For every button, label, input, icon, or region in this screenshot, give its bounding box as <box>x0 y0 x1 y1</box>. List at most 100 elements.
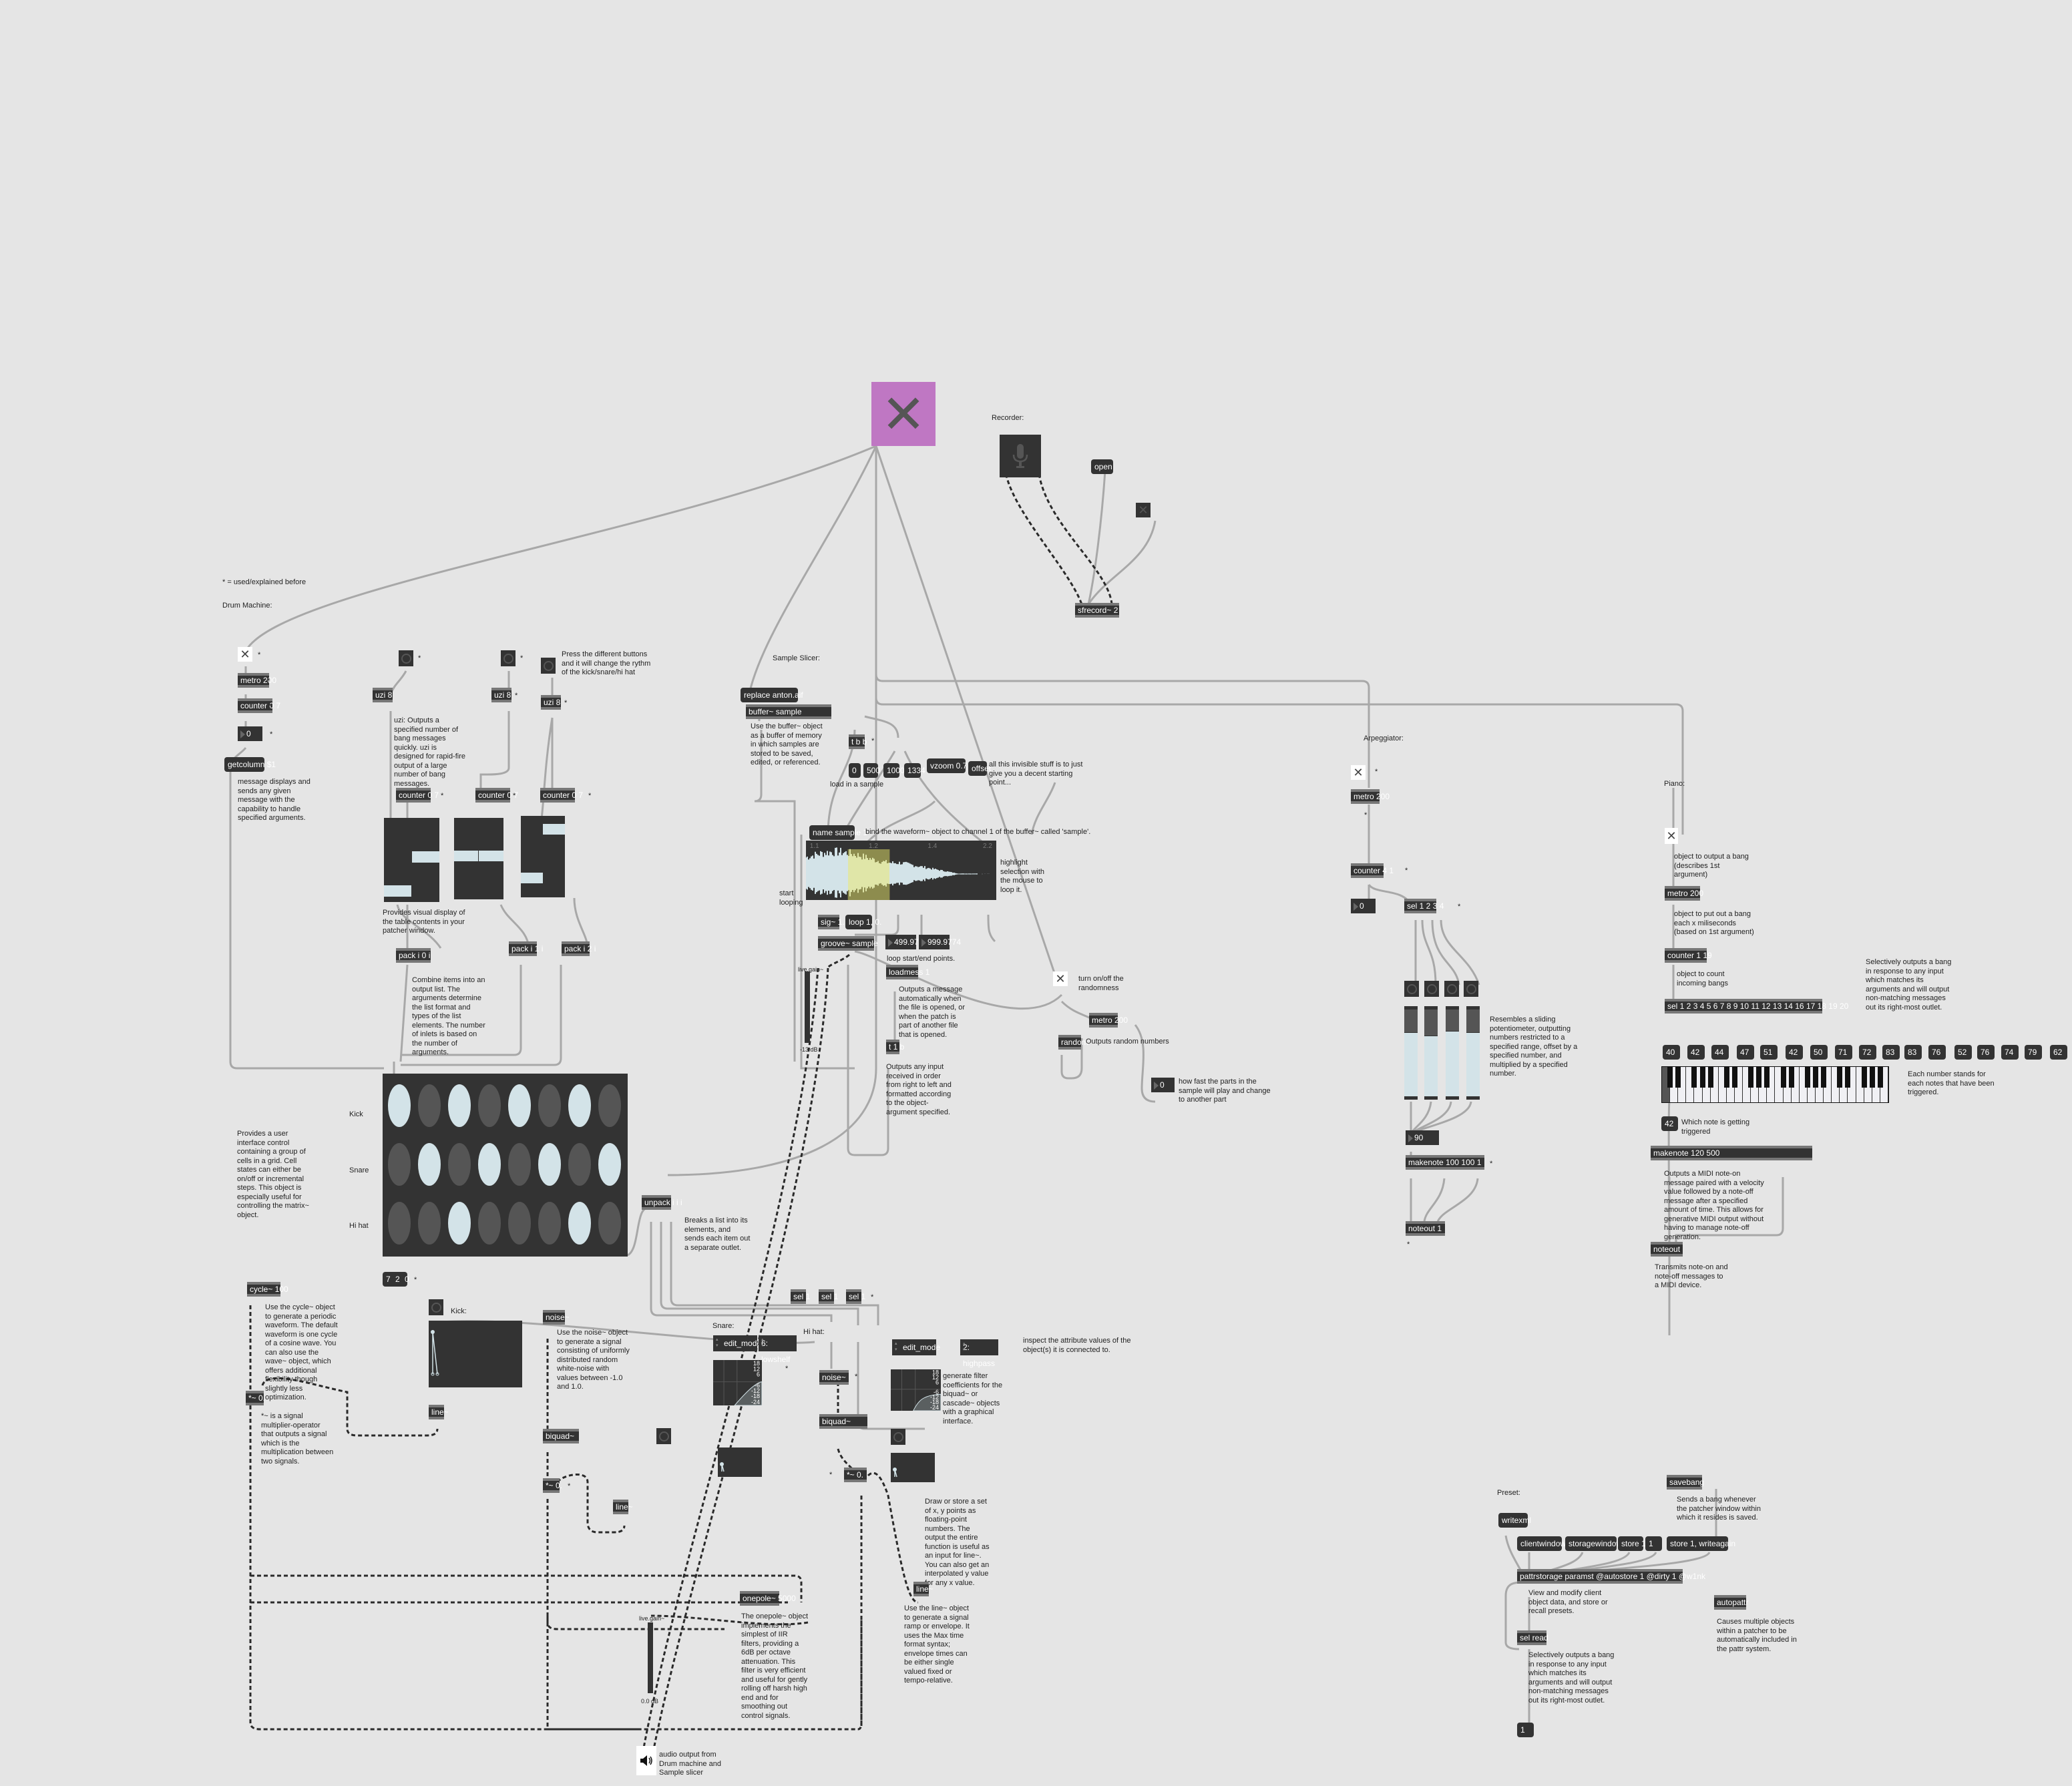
black-key[interactable] <box>1764 1067 1770 1088</box>
note-message[interactable]: 62 <box>2050 1045 2067 1060</box>
black-key[interactable] <box>1780 1067 1786 1088</box>
hihat-multislider[interactable] <box>521 816 565 897</box>
note-message[interactable]: 83 <box>1904 1045 1922 1060</box>
record-toggle[interactable]: ✕ <box>1136 503 1151 517</box>
loadmess-object[interactable]: loadmess 1 <box>886 965 929 979</box>
drum-step-number[interactable]: 0 <box>238 726 262 741</box>
speed-number[interactable]: 0 <box>1151 1078 1175 1092</box>
note-message[interactable]: 79 <box>2025 1045 2042 1060</box>
note-message[interactable]: 44 <box>1711 1045 1729 1060</box>
getcolumn-message[interactable]: getcolumn $1 <box>224 757 276 772</box>
store-1-message[interactable]: store 1 <box>1618 1536 1646 1551</box>
onepole-filter[interactable]: onepole~ 5000 <box>740 1591 796 1606</box>
note-message[interactable]: 50 <box>1810 1045 1828 1060</box>
counter-snare[interactable]: counter 0 7 <box>475 788 518 803</box>
replace-message[interactable]: replace anton.aif <box>741 688 803 702</box>
arpeggiator-slider[interactable] <box>1466 1006 1480 1100</box>
hihat-trigger-button[interactable] <box>891 1429 905 1445</box>
black-key[interactable] <box>1748 1067 1754 1088</box>
black-key[interactable] <box>1699 1067 1705 1088</box>
arp-button-1[interactable] <box>1404 981 1419 997</box>
pattrstorage-object[interactable]: pattrstorage paramst @autostore 1 @dirty… <box>1517 1569 1705 1584</box>
arp-button-4[interactable] <box>1464 981 1478 997</box>
matrix-cell[interactable] <box>388 1084 411 1127</box>
sig-object[interactable]: sig~ 1. <box>818 915 845 929</box>
name-sample-message[interactable]: name sample 1 <box>809 825 867 840</box>
pack-snare[interactable]: pack i 1 i <box>509 941 543 956</box>
open-message[interactable]: open <box>1091 459 1113 474</box>
arpeggiator-makenote[interactable]: makenote 100 100 1 <box>1406 1155 1484 1170</box>
black-key[interactable] <box>1731 1067 1737 1088</box>
hihat-attr-value[interactable]: 2: highpass <box>960 1339 998 1368</box>
note-message[interactable]: 52 <box>1954 1045 1972 1060</box>
arpeggiator-slider[interactable] <box>1446 1006 1459 1100</box>
black-key[interactable] <box>1813 1067 1819 1088</box>
kick-multislider[interactable] <box>384 818 439 902</box>
note-message[interactable]: 74 <box>2001 1045 2019 1060</box>
piano-metro[interactable]: metro 200 <box>1665 886 1703 901</box>
autopattr-object[interactable]: autopattr <box>1714 1595 1748 1610</box>
sel-hihat[interactable]: sel 1 <box>846 1289 865 1304</box>
piano-sel[interactable]: sel 1 2 3 4 5 6 7 8 9 10 11 12 13 14 16 … <box>1665 999 1848 1014</box>
uzi-snare[interactable]: uzi 8 <box>491 688 511 702</box>
arpeggiator-counter[interactable]: counter 4 1 <box>1351 863 1394 878</box>
random-metro[interactable]: metro 200 <box>1089 1013 1128 1028</box>
loop-start-number[interactable]: 499.9773 <box>885 935 927 949</box>
arpeggiator-metro[interactable]: metro 200 <box>1351 789 1390 804</box>
snare-noise[interactable]: noise~ <box>543 1310 570 1325</box>
snare-multislider[interactable] <box>454 818 503 899</box>
note-message[interactable]: 76 <box>1977 1045 1995 1060</box>
arpeggiator-noteout[interactable]: noteout 1 <box>1406 1221 1445 1236</box>
preset-0-message[interactable]: 0 <box>849 763 861 778</box>
hihat-envelope-function[interactable] <box>891 1453 935 1482</box>
uzi-kick[interactable]: uzi 8 <box>373 688 393 702</box>
arp-button-2[interactable] <box>1424 981 1439 997</box>
clientwindow-message[interactable]: clientwindow <box>1517 1536 1566 1551</box>
counter-hihat[interactable]: counter 0 7 <box>540 788 583 803</box>
matrix-output-message[interactable]: 7 2 0 <box>383 1272 409 1287</box>
loop-message[interactable]: loop 1, 0. <box>845 915 881 929</box>
piano-noteout[interactable]: noteout <box>1651 1242 1683 1257</box>
kick-pattern-button[interactable] <box>399 650 413 666</box>
black-key[interactable] <box>1877 1067 1883 1088</box>
piano-toggle[interactable]: ✕ <box>1665 828 1678 844</box>
black-key[interactable] <box>1788 1067 1794 1088</box>
matrix-cell[interactable] <box>448 1202 471 1245</box>
hihat-filtergraph[interactable]: 18 12 6 -6 -12 -18 -24 <box>891 1369 942 1411</box>
random-toggle[interactable]: ✕ <box>1053 971 1068 986</box>
pack-kick[interactable]: pack i 0 i <box>396 948 431 963</box>
snare-line[interactable]: line~ <box>613 1500 633 1514</box>
black-key[interactable] <box>1667 1067 1673 1088</box>
adc-microphone[interactable] <box>1000 435 1041 477</box>
matrix-cell[interactable] <box>418 1202 441 1245</box>
cycle-oscillator[interactable]: cycle~ 100 <box>247 1282 288 1297</box>
preset-1334-message[interactable]: 1334 <box>904 763 925 778</box>
matrix-cell[interactable] <box>478 1143 501 1186</box>
offset-message[interactable]: offset <box>968 761 991 776</box>
snare-attr-value[interactable]: 6: lowshelf <box>759 1335 797 1364</box>
note-message[interactable]: 72 <box>1859 1045 1876 1060</box>
preset-1000-message[interactable]: 1000 <box>883 763 905 778</box>
piano-counter[interactable]: counter 1 19 <box>1665 948 1712 963</box>
black-key[interactable] <box>1675 1067 1681 1088</box>
matrix-cell[interactable] <box>598 1143 621 1186</box>
hihat-noise[interactable]: noise~ <box>819 1370 849 1385</box>
black-key[interactable] <box>1845 1067 1851 1088</box>
hihat-multiplier[interactable]: *~ 0. <box>844 1468 867 1482</box>
kick-envelope-function[interactable] <box>429 1321 522 1387</box>
matrix-cell[interactable] <box>538 1202 561 1245</box>
sel-kick[interactable]: sel 1 <box>791 1289 810 1304</box>
matrix-cell[interactable] <box>568 1202 591 1245</box>
arpeggiator-note-number[interactable]: 90 <box>1406 1130 1439 1145</box>
waveform-display[interactable]: 1.1 1.2 1.4 2.2 <box>806 841 996 900</box>
output-gain-slider[interactable] <box>648 1622 653 1693</box>
sel-read-object[interactable]: sel read <box>1517 1630 1548 1645</box>
arpeggiator-toggle[interactable]: ✕ <box>1351 765 1366 780</box>
snare-multiplier[interactable]: *~ 0. <box>543 1478 562 1493</box>
kick-multiplier[interactable]: *~ 0. <box>246 1391 265 1405</box>
matrix-cell[interactable] <box>568 1084 591 1127</box>
storagewindow-message[interactable]: storagewindow <box>1565 1536 1622 1551</box>
uzi-hihat[interactable]: uzi 8 <box>541 695 561 710</box>
note-message[interactable]: 40 <box>1663 1045 1680 1060</box>
matrix-cell[interactable] <box>508 1143 531 1186</box>
